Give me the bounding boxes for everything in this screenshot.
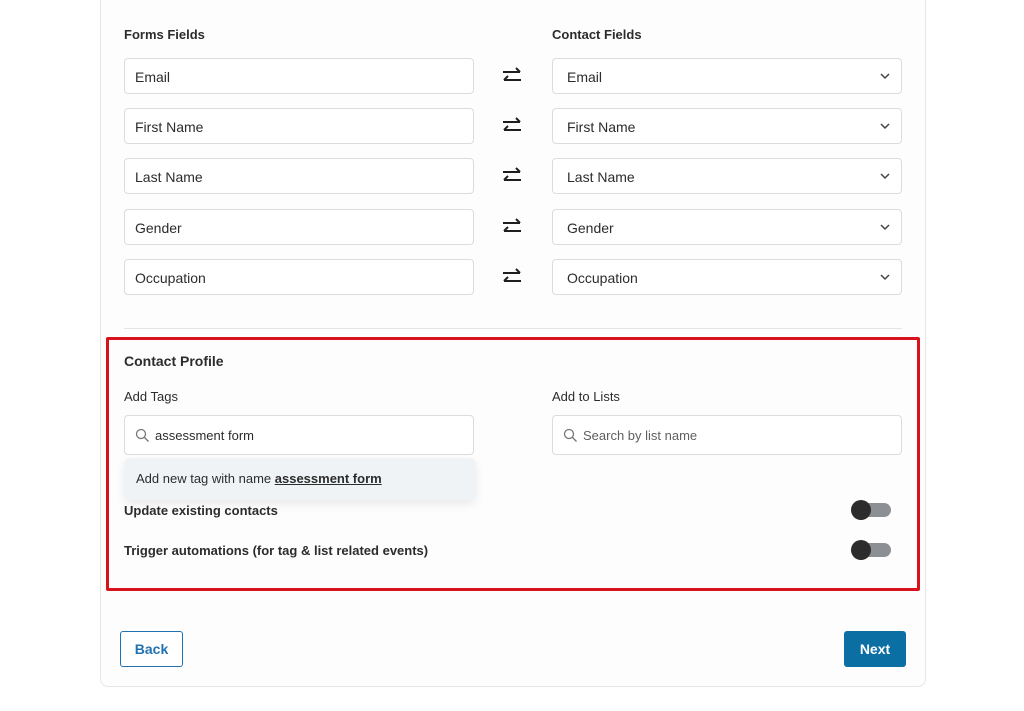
back-button[interactable]: Back [120,631,183,667]
swap-arrows-icon [503,117,521,131]
chevron-down-icon [880,224,890,231]
swap-arrows-icon [503,167,521,181]
chevron-down-icon [880,123,890,130]
mapping-row: Occupation Occupation [0,259,1024,295]
suggestion-prefix: Add new tag with name [136,471,275,486]
form-field-input[interactable]: Email [124,58,474,94]
swap-arrows-icon [503,67,521,81]
toggle-knob [851,540,871,560]
contact-field-select[interactable]: Gender [552,209,902,245]
update-contacts-toggle[interactable] [851,500,891,520]
forms-fields-header: Forms Fields [124,27,205,42]
add-tags-label: Add Tags [124,389,178,404]
trigger-automations-label: Trigger automations (for tag & list rela… [124,543,429,558]
mapping-row: Gender Gender [0,209,1024,245]
add-tag-suggestion[interactable]: Add new tag with name assessment form [124,458,476,500]
contact-field-select[interactable]: Last Name [552,158,902,194]
mapping-row: First Name First Name [0,108,1024,144]
lists-search-input[interactable]: Search by list name [552,415,902,455]
mapping-row: Last Name Last Name [0,158,1024,194]
next-button[interactable]: Next [844,631,906,667]
swap-arrows-icon [503,268,521,282]
mapping-row: Email Email [0,58,1024,94]
tags-input-value: assessment form [155,428,254,443]
add-lists-label: Add to Lists [552,389,620,404]
contact-field-select[interactable]: Occupation [552,259,902,295]
suggestion-tag-name: assessment form [274,471,382,486]
trigger-automations-toggle[interactable] [851,540,891,560]
contact-field-select[interactable]: Email [552,58,902,94]
chevron-down-icon [880,173,890,180]
contact-field-select[interactable]: First Name [552,108,902,144]
form-field-input[interactable]: Occupation [124,259,474,295]
toggle-knob [851,500,871,520]
contact-profile-title: Contact Profile [124,353,224,369]
contact-fields-header: Contact Fields [552,27,642,42]
search-icon [563,428,577,442]
form-field-input[interactable]: First Name [124,108,474,144]
swap-arrows-icon [503,218,521,232]
chevron-down-icon [880,73,890,80]
update-contacts-label: Update existing contacts [124,503,278,518]
lists-placeholder: Search by list name [583,428,698,443]
form-field-input[interactable]: Last Name [124,158,474,194]
section-divider [124,328,902,329]
tags-search-input[interactable]: assessment form [124,415,474,455]
search-icon [135,428,149,442]
form-field-input[interactable]: Gender [124,209,474,245]
chevron-down-icon [880,274,890,281]
